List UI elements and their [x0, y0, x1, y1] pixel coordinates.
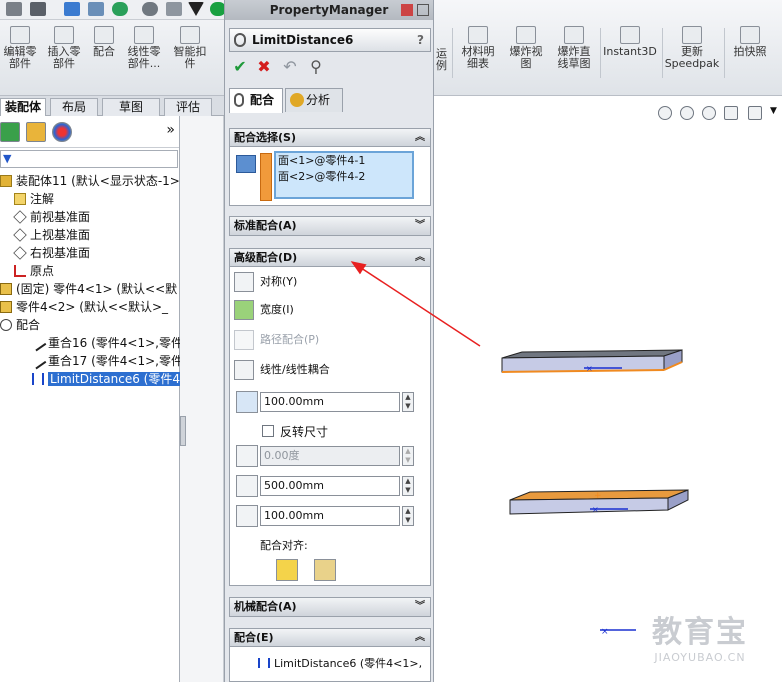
svg-text:×: × [586, 364, 593, 373]
svg-text:×: × [601, 627, 609, 637]
svg-text:+: + [594, 491, 602, 501]
part-plate-upper[interactable]: × [501, 349, 683, 373]
part-plate-lower[interactable]: + × [509, 489, 689, 515]
annotation-arrow [350, 261, 481, 347]
reference-triad: × [600, 627, 636, 637]
svg-text:×: × [592, 505, 599, 514]
watermark: 教育宝 JIAOYUBAO.CN [652, 615, 748, 664]
scene-overlay: × + × × [350, 261, 689, 637]
